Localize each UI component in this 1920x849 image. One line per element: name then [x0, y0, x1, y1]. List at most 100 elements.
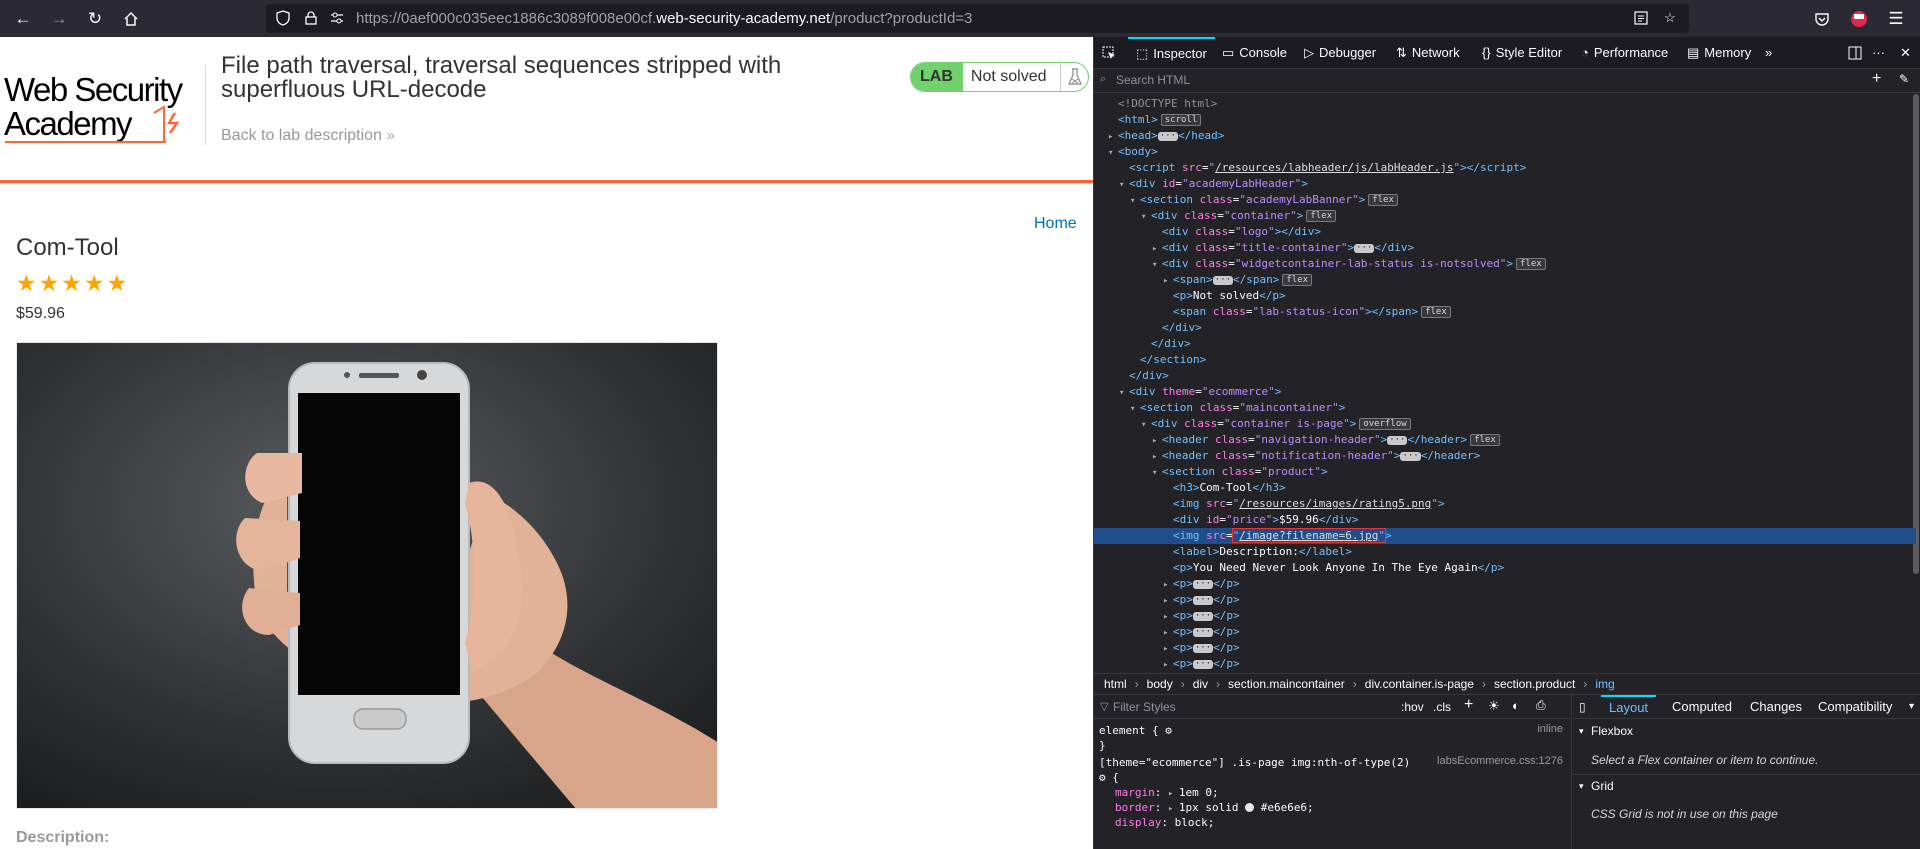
- lock-icon[interactable]: [302, 9, 320, 27]
- markup-node[interactable]: ▸ <header class="navigation-header"> ··· </…: [1094, 432, 1916, 448]
- css-declaration[interactable]: margin: ▸ 1em 0;: [1115, 785, 1219, 800]
- tab-changes[interactable]: Changes: [1750, 695, 1802, 719]
- tab-memory[interactable]: ▤ Memory: [1687, 37, 1751, 69]
- breadcrumb-item[interactable]: html: [1104, 677, 1127, 691]
- markup-node[interactable]: ▸ <p> ··· </p>: [1094, 592, 1916, 608]
- tab-performance[interactable]: ◔ Performance: [1581, 37, 1668, 69]
- add-node-icon[interactable]: +: [1872, 70, 1881, 88]
- light-theme-icon[interactable]: ☀: [1488, 698, 1500, 714]
- extension-icon[interactable]: [1846, 6, 1872, 32]
- expand-toggle-icon[interactable]: ▸: [1163, 625, 1173, 641]
- home-icon[interactable]: [118, 6, 144, 32]
- expand-toggle-icon[interactable]: ▸: [1163, 577, 1173, 593]
- hover-states-button[interactable]: :hov: [1401, 700, 1424, 714]
- markup-node[interactable]: <div class="logo"></div>: [1094, 224, 1916, 240]
- grid-section[interactable]: ▾ Grid: [1573, 774, 1920, 796]
- sidebar-toggle-icon[interactable]: ▯: [1579, 695, 1586, 719]
- markup-node[interactable]: ▾ <div class="widgetcontainer-lab-status …: [1094, 256, 1916, 272]
- back-to-lab-description-link[interactable]: Back to lab description »: [221, 127, 395, 145]
- markup-node[interactable]: <html> scroll: [1094, 112, 1916, 128]
- breadcrumb-item[interactable]: body: [1147, 677, 1173, 691]
- markup-node[interactable]: <img src="/resources/images/rating5.png"…: [1094, 496, 1916, 512]
- element-picker-icon[interactable]: [1102, 37, 1116, 69]
- rule2-gear-icon[interactable]: ⚙: [1099, 771, 1106, 784]
- reader-view-icon[interactable]: [1632, 9, 1650, 27]
- expand-toggle-icon[interactable]: ▾: [1152, 257, 1162, 273]
- classes-button[interactable]: .cls: [1433, 700, 1451, 714]
- expand-toggle-icon[interactable]: ▸: [1152, 433, 1162, 449]
- breadcrumb-item[interactable]: div: [1193, 677, 1208, 691]
- expand-toggle-icon[interactable]: ▾: [1119, 385, 1129, 401]
- web-security-academy-logo[interactable]: Web Security Academy: [4, 61, 204, 169]
- dock-side-icon[interactable]: [1848, 37, 1862, 69]
- css-declaration[interactable]: display: block;: [1115, 815, 1214, 830]
- expand-toggle-icon[interactable]: ▸: [1163, 273, 1173, 289]
- shield-icon[interactable]: [274, 9, 292, 27]
- markup-node[interactable]: <h3>Com-Tool</h3>: [1094, 480, 1916, 496]
- url-text[interactable]: https://0aef000c035eec1886c3089f008e00cf…: [356, 10, 972, 27]
- back-arrow-icon[interactable]: ←: [10, 6, 36, 32]
- markup-node[interactable]: </div>: [1094, 320, 1916, 336]
- expand-toggle-icon[interactable]: ▸: [1152, 449, 1162, 465]
- markup-node[interactable]: ▸ <p> ··· </p>: [1094, 656, 1916, 672]
- markup-node[interactable]: ▸ <p> ··· </p>: [1094, 608, 1916, 624]
- forward-arrow-icon[interactable]: →: [46, 6, 72, 32]
- markup-node[interactable]: ▸ <p> ··· </p>: [1094, 576, 1916, 592]
- css-declaration[interactable]: border: ▸ 1px solid #e6e6e6;: [1115, 800, 1314, 815]
- eyedropper-icon[interactable]: ✎: [1899, 72, 1909, 86]
- expand-toggle-icon[interactable]: ▾: [1152, 465, 1162, 481]
- markup-node[interactable]: ▾ <div id="academyLabHeader">: [1094, 176, 1916, 192]
- markup-node[interactable]: <span class="lab-status-icon"></span> fle…: [1094, 304, 1916, 320]
- markup-node[interactable]: <!DOCTYPE html>: [1094, 96, 1916, 112]
- tab-debugger[interactable]: ▷ Debugger: [1304, 37, 1376, 69]
- menu-icon[interactable]: ☰: [1883, 6, 1909, 32]
- expand-toggle-icon[interactable]: ▾: [1141, 417, 1151, 433]
- tab-layout[interactable]: Layout: [1601, 695, 1657, 719]
- expand-shorthand-icon[interactable]: ▸: [1168, 789, 1179, 799]
- expand-toggle-icon[interactable]: ▸: [1163, 657, 1173, 673]
- permissions-icon[interactable]: [328, 9, 346, 27]
- markup-node[interactable]: <p>Not solved</p>: [1094, 288, 1916, 304]
- more-options-icon[interactable]: ···: [1872, 37, 1885, 69]
- breadcrumb-item[interactable]: img: [1595, 677, 1614, 691]
- url-bar[interactable]: https://0aef000c035eec1886c3089f008e00cf…: [266, 4, 1689, 33]
- markup-node[interactable]: ▾ <div class="container"> flex: [1094, 208, 1916, 224]
- css-property[interactable]: display: [1115, 816, 1161, 829]
- dark-theme-icon[interactable]: ◐: [1512, 698, 1520, 713]
- bookmark-star-icon[interactable]: ☆: [1661, 9, 1679, 27]
- expand-toggle-icon[interactable]: ▸: [1163, 641, 1173, 657]
- css-property[interactable]: margin: [1115, 786, 1155, 799]
- markup-node-selected[interactable]: <img src="/image?filename=6.jpg">: [1094, 528, 1916, 544]
- breadcrumb-item[interactable]: section.product: [1494, 677, 1575, 691]
- expand-toggle-icon[interactable]: ▾: [1141, 209, 1151, 225]
- filter-styles-input[interactable]: Filter Styles: [1113, 700, 1176, 714]
- css-value[interactable]: block;: [1175, 816, 1215, 829]
- markup-node[interactable]: </section>: [1094, 352, 1916, 368]
- markup-node[interactable]: ▸ <p> ··· </p>: [1094, 640, 1916, 656]
- gear-icon[interactable]: ⚙: [1165, 724, 1172, 737]
- expand-toggle-icon[interactable]: ▸: [1163, 593, 1173, 609]
- markup-node[interactable]: ▸ <p> ··· </p>: [1094, 624, 1916, 640]
- tab-console[interactable]: ▭ Console: [1222, 37, 1287, 69]
- tab-compatibility[interactable]: Compatibility: [1818, 695, 1892, 719]
- add-rule-icon[interactable]: +: [1464, 696, 1473, 714]
- color-swatch-icon[interactable]: [1245, 803, 1255, 812]
- markup-node[interactable]: ▾ <section class="academyLabBanner"> flex: [1094, 192, 1916, 208]
- markup-node[interactable]: ▾ <body>: [1094, 144, 1916, 160]
- css-property[interactable]: border: [1115, 801, 1155, 814]
- markup-node[interactable]: </div>: [1094, 336, 1916, 352]
- breadcrumb-item[interactable]: div.container.is-page: [1365, 677, 1474, 691]
- css-value[interactable]: 1em 0;: [1179, 786, 1219, 799]
- tabs-dropdown-icon[interactable]: ▾: [1909, 695, 1914, 719]
- expand-toggle-icon[interactable]: ▾: [1130, 193, 1140, 209]
- tab-network[interactable]: ⇅ Network: [1396, 37, 1460, 69]
- expand-shorthand-icon[interactable]: ▸: [1168, 804, 1179, 814]
- css-value[interactable]: 1px solid #e6e6e6;: [1179, 801, 1314, 814]
- pocket-icon[interactable]: [1809, 6, 1835, 32]
- markup-node[interactable]: ▸ <header class="notification-header"> ···…: [1094, 448, 1916, 464]
- tab-computed[interactable]: Computed: [1672, 695, 1732, 719]
- markup-node[interactable]: ▾ <section class="product">: [1094, 464, 1916, 480]
- expand-toggle-icon[interactable]: ▸: [1152, 241, 1162, 257]
- home-link[interactable]: Home: [1034, 215, 1077, 233]
- expand-toggle-icon[interactable]: ▾: [1108, 145, 1118, 161]
